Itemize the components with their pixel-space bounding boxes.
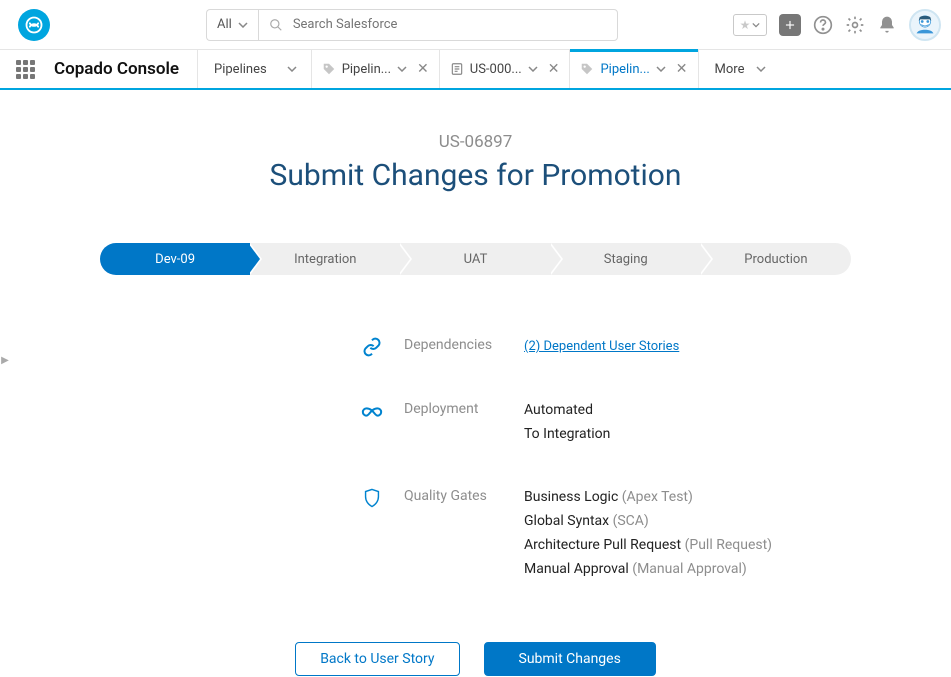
deployment-target: To Integration	[524, 423, 610, 447]
record-icon	[450, 62, 464, 76]
search-input[interactable]	[293, 17, 607, 32]
quality-gate-item: Global Syntax (SCA)	[524, 510, 772, 534]
main-content: US-06897 Submit Changes for Promotion De…	[0, 92, 951, 677]
quality-gate-item: Architecture Pull Request (Pull Request)	[524, 534, 772, 558]
tab-bar: Copado Console Pipelines Pipelin... ✕ US…	[0, 50, 951, 90]
help-button[interactable]	[813, 15, 833, 35]
setup-button[interactable]	[845, 15, 865, 35]
submit-changes-button[interactable]: Submit Changes	[484, 642, 656, 676]
back-to-user-story-button[interactable]: Back to User Story	[295, 642, 459, 676]
page-title: Submit Changes for Promotion	[60, 158, 891, 193]
shield-icon	[363, 488, 381, 508]
tab-label: Pipelin...	[600, 62, 649, 77]
path-step-production[interactable]: Production	[701, 243, 851, 275]
gear-icon	[845, 15, 865, 35]
close-icon[interactable]: ✕	[417, 61, 429, 77]
tag-icon	[580, 62, 594, 76]
chevron-down-icon	[752, 22, 760, 28]
global-search[interactable]	[258, 9, 618, 41]
dependencies-link[interactable]: (2) Dependent User Stories	[524, 339, 679, 354]
tab-overflow-more[interactable]: More	[698, 50, 783, 88]
bell-icon	[877, 15, 897, 35]
search-scope-label: All	[217, 17, 232, 32]
more-label: More	[715, 62, 745, 77]
tab-label: US-000...	[470, 62, 522, 77]
tab-label: Pipelin...	[342, 62, 391, 77]
close-icon[interactable]: ✕	[548, 61, 560, 77]
path-step-integration[interactable]: Integration	[250, 243, 400, 275]
chevron-down-icon	[287, 66, 297, 72]
notifications-button[interactable]	[877, 15, 897, 35]
link-icon	[362, 337, 382, 357]
quality-gate-item: Manual Approval (Manual Approval)	[524, 558, 772, 582]
detail-dependencies: Dependencies (2) Dependent User Stories	[360, 335, 891, 359]
nav-item-pipelines[interactable]: Pipelines	[197, 50, 311, 88]
quality-gate-item: Business Logic (Apex Test)	[524, 486, 772, 510]
star-icon: ★	[740, 18, 751, 32]
question-icon	[813, 15, 833, 35]
close-icon[interactable]: ✕	[676, 61, 688, 77]
detail-quality-gates: Quality Gates Business Logic (Apex Test)…	[360, 486, 891, 581]
search-icon	[269, 18, 283, 32]
chevron-down-icon	[397, 66, 407, 72]
nav-item-label: Pipelines	[214, 62, 267, 77]
quality-gates-label: Quality Gates	[404, 486, 504, 504]
global-header: All ★	[0, 0, 951, 50]
favorites-button[interactable]: ★	[733, 14, 767, 36]
waffle-icon	[16, 60, 35, 79]
deployment-type: Automated	[524, 399, 610, 423]
avatar-icon	[911, 11, 939, 39]
workspace-tab[interactable]: Pipelin... ✕	[311, 50, 439, 88]
plus-icon	[783, 18, 797, 32]
chevron-down-icon	[528, 66, 538, 72]
deployment-label: Deployment	[404, 399, 504, 417]
infinity-icon	[361, 401, 383, 423]
app-logo	[18, 9, 50, 41]
dependencies-label: Dependencies	[404, 335, 504, 353]
user-avatar[interactable]	[909, 9, 941, 41]
detail-deployment: Deployment Automated To Integration	[360, 399, 891, 447]
chevron-down-icon	[238, 22, 248, 28]
global-create-button[interactable]	[779, 14, 801, 36]
chevron-down-icon	[756, 66, 766, 72]
search-scope-select[interactable]: All	[206, 9, 258, 41]
record-id: US-06897	[60, 132, 891, 152]
tag-icon	[322, 62, 336, 76]
path-step-dev[interactable]: Dev-09	[100, 243, 250, 275]
app-launcher[interactable]	[0, 50, 50, 88]
path-step-uat[interactable]: UAT	[400, 243, 550, 275]
promotion-path: Dev-09 Integration UAT Staging Productio…	[100, 243, 851, 275]
workspace-tab[interactable]: US-000... ✕	[439, 50, 570, 88]
chevron-down-icon	[656, 66, 666, 72]
path-step-staging[interactable]: Staging	[551, 243, 701, 275]
app-name-label: Copado Console	[50, 50, 197, 88]
workspace-tab-active[interactable]: Pipelin... ✕	[569, 50, 697, 88]
